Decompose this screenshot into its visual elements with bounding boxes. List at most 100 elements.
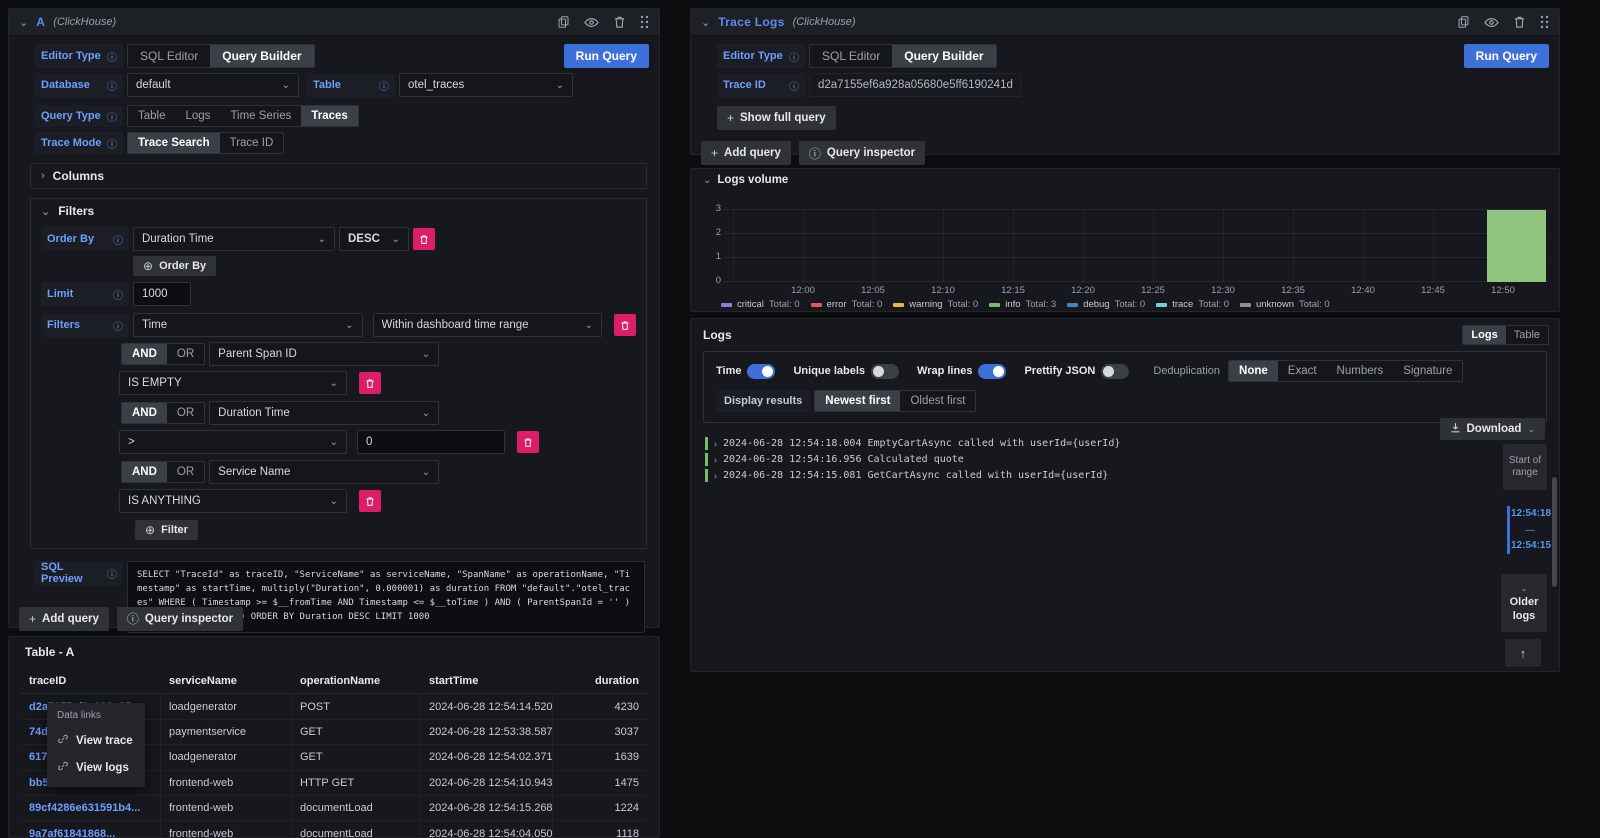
hide-query-eye-icon[interactable] — [584, 16, 599, 29]
add-query-button[interactable]: +Add query — [701, 141, 791, 165]
legend-item-warning[interactable]: warningTotal: 0 — [893, 299, 978, 310]
info-icon[interactable]: ⓘ — [113, 287, 123, 302]
editor-type-option-query-builder[interactable]: Query Builder — [210, 45, 313, 67]
info-icon[interactable]: ⓘ — [107, 566, 117, 581]
older-logs-button[interactable]: ⌄ Older logs — [1501, 574, 1547, 632]
show-full-query-button[interactable]: +Show full query — [717, 106, 836, 130]
delete-query-icon[interactable] — [1513, 15, 1526, 29]
view-logs-link[interactable]: View logs — [47, 754, 145, 781]
expand-chevron-icon[interactable]: › — [714, 471, 717, 481]
bool-option-or[interactable]: OR — [167, 344, 204, 364]
drag-handle-icon[interactable] — [1540, 15, 1549, 29]
condition-operator-select[interactable]: >⌄ — [119, 430, 347, 454]
info-icon[interactable]: ⓘ — [379, 78, 389, 93]
dedup-option-exact[interactable]: Exact — [1278, 361, 1327, 381]
run-query-button[interactable]: Run Query — [1464, 44, 1549, 68]
log-row[interactable]: › 2024-06-28 12:54:15.081 GetCartAsync c… — [705, 469, 1559, 482]
trace-mode-option-trace-search[interactable]: Trace Search — [128, 133, 220, 153]
drag-handle-icon[interactable] — [640, 15, 649, 29]
info-icon[interactable]: ⓘ — [789, 49, 799, 64]
scrollbar-thumb[interactable] — [1552, 477, 1557, 587]
add-order-by-button[interactable]: ⊕Order By — [133, 256, 216, 276]
col-header-traceid[interactable]: traceID — [21, 669, 161, 693]
condition-field-select[interactable]: Duration Time⌄ — [209, 401, 439, 425]
query-type-option-table[interactable]: Table — [128, 106, 176, 126]
query-type-option-logs[interactable]: Logs — [176, 106, 221, 126]
prettify-json-toggle[interactable]: Prettify JSON — [1024, 364, 1129, 379]
dedup-option-signature[interactable]: Signature — [1393, 361, 1462, 381]
editor-type-option-sql-editor[interactable]: SQL Editor — [810, 45, 892, 67]
remove-condition-button[interactable] — [517, 431, 539, 453]
col-header-duration[interactable]: duration — [553, 669, 647, 693]
dedup-option-none[interactable]: None — [1229, 361, 1278, 381]
collapse-chevron-icon[interactable]: ⌄ — [703, 175, 711, 186]
remove-order-by-button[interactable] — [413, 228, 435, 250]
remove-filter-button[interactable] — [614, 314, 636, 336]
condition-operator-select[interactable]: IS EMPTY⌄ — [119, 371, 347, 395]
col-header-starttime[interactable]: startTime — [421, 669, 553, 693]
range-newest-timestamp[interactable]: 12:54:18 — [1511, 508, 1549, 519]
expand-chevron-icon[interactable]: › — [714, 455, 717, 465]
toggle-switch[interactable] — [1101, 364, 1129, 379]
trace-id-input[interactable]: d2a7155ef6a928a05680e5ff6190241d — [809, 73, 1021, 97]
legend-item-unknown[interactable]: unknownTotal: 0 — [1240, 299, 1330, 310]
col-header-operationname[interactable]: operationName — [292, 669, 421, 693]
col-header-servicename[interactable]: serviceName — [161, 669, 292, 693]
run-query-button[interactable]: Run Query — [564, 44, 649, 68]
trace-mode-option-trace-id[interactable]: Trace ID — [220, 133, 284, 153]
legend-item-error[interactable]: errorTotal: 0 — [811, 299, 883, 310]
info-icon[interactable]: ⓘ — [107, 136, 117, 151]
filter-value-select[interactable]: Within dashboard time range⌄ — [373, 313, 603, 337]
editor-type-option-sql-editor[interactable]: SQL Editor — [128, 45, 210, 67]
bool-option-and[interactable]: AND — [122, 344, 167, 364]
condition-field-select[interactable]: Service Name⌄ — [209, 460, 439, 484]
info-icon[interactable]: ⓘ — [789, 78, 799, 93]
delete-query-icon[interactable] — [613, 15, 626, 29]
add-filter-button[interactable]: ⊕Filter — [135, 520, 198, 540]
legend-item-info[interactable]: infoTotal: 3 — [989, 299, 1056, 310]
bool-option-or[interactable]: OR — [167, 462, 204, 482]
remove-condition-button[interactable] — [359, 372, 381, 394]
legend-item-debug[interactable]: debugTotal: 0 — [1067, 299, 1145, 310]
table-select[interactable]: otel_traces⌄ — [399, 73, 573, 97]
info-icon[interactable]: ⓘ — [107, 49, 117, 64]
database-select[interactable]: default⌄ — [127, 73, 299, 97]
view-option-logs[interactable]: Logs — [1463, 326, 1505, 344]
hide-query-eye-icon[interactable] — [1484, 16, 1499, 29]
sort-option-newest-first[interactable]: Newest first — [815, 391, 900, 411]
collapse-chevron-icon[interactable]: ⌄ — [19, 16, 28, 29]
order-by-field-select[interactable]: Duration Time⌄ — [133, 227, 335, 251]
unique-labels-toggle[interactable]: Unique labels — [793, 364, 899, 379]
log-row[interactable]: › 2024-06-28 12:54:16.956 Calculated quo… — [705, 453, 1559, 466]
trace-id-link[interactable]: 89cf4286e631591b4... — [21, 796, 161, 820]
log-row[interactable]: › 2024-06-28 12:54:18.004 EmptyCartAsync… — [705, 437, 1559, 450]
logs-volume-chart[interactable] — [723, 209, 1549, 282]
info-icon[interactable]: ⓘ — [107, 109, 117, 124]
legend-item-critical[interactable]: criticalTotal: 0 — [721, 299, 800, 310]
bool-option-or[interactable]: OR — [167, 403, 204, 423]
collapse-chevron-icon[interactable]: ⌄ — [701, 16, 710, 29]
filters-section-header[interactable]: ⌄ Filters — [31, 199, 646, 227]
editor-type-option-query-builder[interactable]: Query Builder — [892, 45, 995, 67]
view-option-table[interactable]: Table — [1506, 326, 1548, 344]
columns-section-header[interactable]: › Columns — [31, 164, 646, 188]
info-icon[interactable]: ⓘ — [107, 78, 117, 93]
time-toggle[interactable]: Time — [716, 364, 775, 379]
order-by-direction-select[interactable]: DESC⌄ — [339, 227, 409, 251]
range-oldest-timestamp[interactable]: 12:54:15 — [1511, 540, 1549, 551]
dedup-option-numbers[interactable]: Numbers — [1327, 361, 1394, 381]
condition-operator-select[interactable]: IS ANYTHING⌄ — [119, 489, 347, 513]
toggle-switch[interactable] — [978, 364, 1006, 379]
info-logs-bar[interactable] — [1487, 210, 1546, 282]
scroll-to-top-button[interactable]: ↑ — [1505, 639, 1541, 667]
query-inspector-button[interactable]: ⓘQuery inspector — [117, 607, 243, 631]
query-inspector-button[interactable]: ⓘQuery inspector — [799, 141, 925, 165]
query-type-option-time-series[interactable]: Time Series — [220, 106, 301, 126]
query-type-option-traces[interactable]: Traces — [301, 106, 357, 126]
add-query-button[interactable]: +Add query — [19, 607, 109, 631]
duplicate-query-icon[interactable] — [1457, 15, 1470, 29]
limit-input[interactable]: 1000 — [133, 282, 191, 306]
condition-value-input[interactable]: 0 — [357, 430, 505, 454]
condition-field-select[interactable]: Parent Span ID⌄ — [209, 342, 439, 366]
info-icon[interactable]: ⓘ — [113, 232, 123, 247]
